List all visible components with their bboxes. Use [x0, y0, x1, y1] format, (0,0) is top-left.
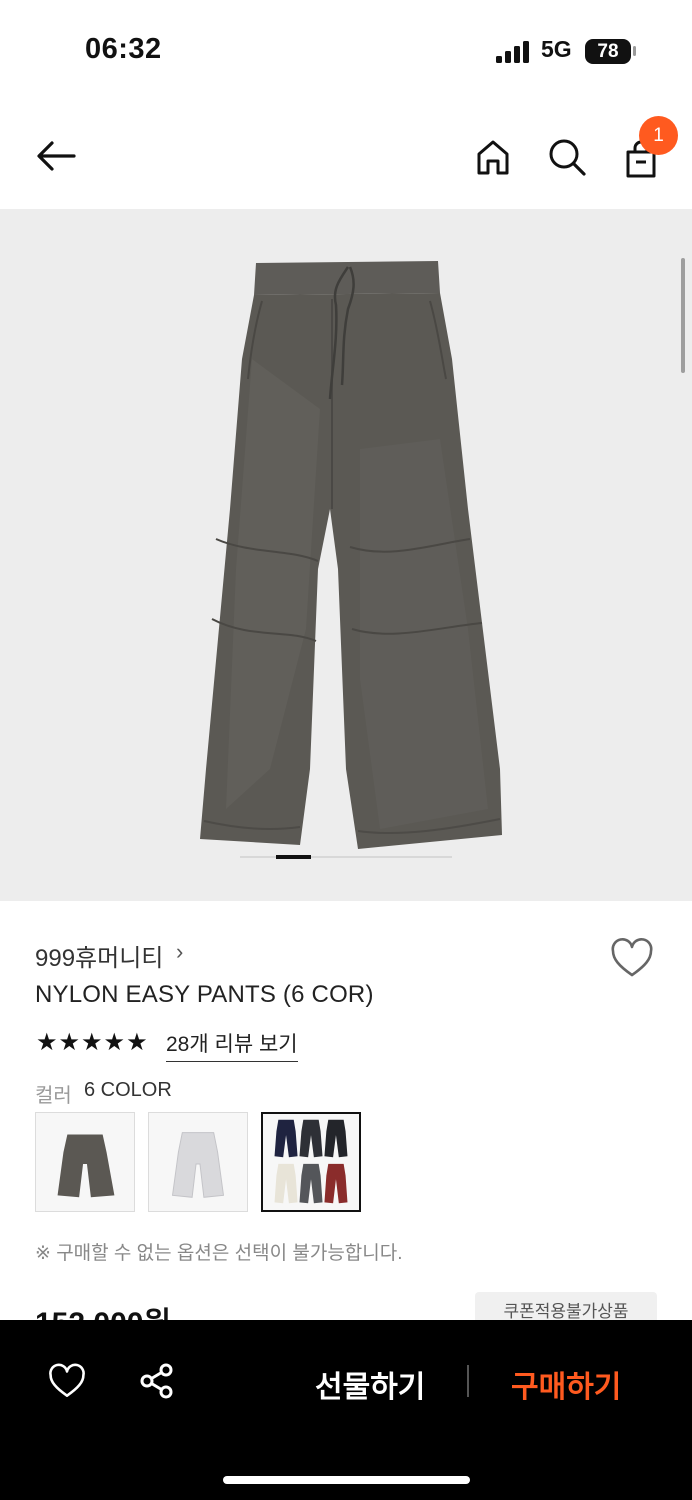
swatch-image: [171, 1132, 225, 1198]
back-button[interactable]: [32, 132, 80, 180]
cart-count-badge: 1: [639, 116, 678, 155]
page-scroll-indicator: [681, 258, 685, 373]
signal-icon: [496, 41, 529, 63]
arrow-left-icon: [37, 141, 76, 171]
star-icon: ★: [36, 1029, 58, 1056]
color-swatch-all[interactable]: [261, 1112, 361, 1212]
color-value: 6 COLOR: [84, 1079, 172, 1101]
home-indicator[interactable]: [223, 1476, 470, 1484]
gallery-pager-active: [276, 855, 311, 859]
bottom-action-bar: [0, 1320, 692, 1500]
product-image: [200, 261, 502, 849]
search-icon: [549, 139, 586, 176]
star-icon: ★: [58, 1029, 81, 1056]
share-icon: [140, 1363, 173, 1399]
star-icon: ★: [126, 1029, 148, 1056]
swatch-image: [57, 1134, 115, 1198]
status-time: 06:32: [85, 33, 162, 65]
button-divider: [467, 1365, 469, 1397]
option-notice: ※ 구매할 수 없는 옵션은 선택이 불가능합니다.: [35, 1243, 403, 1264]
chevron-right-icon[interactable]: ›: [176, 939, 183, 965]
search-button[interactable]: [543, 133, 591, 181]
wishlist-button[interactable]: [43, 1357, 91, 1405]
wishlist-heart-icon[interactable]: [609, 936, 655, 980]
home-icon: [477, 140, 509, 175]
brand-link[interactable]: 999휴머니티: [35, 938, 163, 973]
gift-button[interactable]: 선물하기: [315, 1362, 425, 1406]
swatch-image: [274, 1119, 348, 1204]
star-icon: ★: [81, 1029, 103, 1056]
share-button[interactable]: [133, 1357, 181, 1405]
buy-button[interactable]: 구매하기: [511, 1362, 621, 1406]
star-icon: ★: [103, 1029, 126, 1056]
network-label: 5G: [541, 36, 572, 62]
product-title: NYLON EASY PANTS (6 COR): [35, 981, 374, 1008]
heart-icon: [49, 1363, 85, 1397]
battery-tip: [633, 46, 636, 56]
gallery-pager-track: [240, 856, 452, 858]
product-image-gallery[interactable]: [0, 209, 692, 901]
color-swatch-charcoal[interactable]: [35, 1112, 135, 1212]
rating-stars: ★ ★ ★ ★ ★: [36, 1030, 148, 1056]
review-link[interactable]: 28개 리뷰 보기: [166, 1028, 298, 1062]
color-label: 컬러: [35, 1085, 72, 1107]
battery-icon: 78: [585, 39, 631, 64]
color-swatch-light-gray[interactable]: [148, 1112, 248, 1212]
home-button[interactable]: [469, 133, 517, 181]
